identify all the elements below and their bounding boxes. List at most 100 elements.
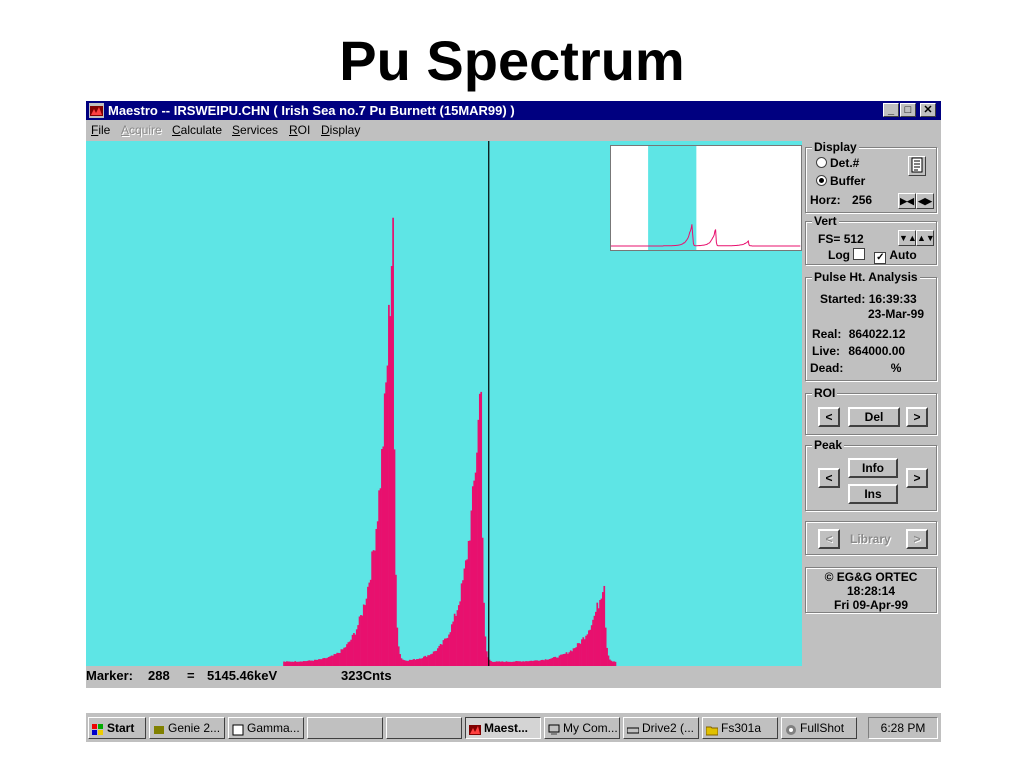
taskbar-item-maestro[interactable]: Maest... bbox=[465, 717, 541, 739]
vert-zoom-in-icon: ▼▲ bbox=[899, 233, 917, 243]
clock-date: Fri 09-Apr-99 bbox=[833, 598, 909, 612]
roi-del-button[interactable]: Del bbox=[848, 407, 900, 427]
menu-bar: File Acquire Calculate Services ROI Disp… bbox=[86, 120, 941, 140]
fullshot-icon bbox=[785, 722, 797, 735]
minimize-button[interactable]: _ bbox=[883, 103, 899, 117]
library-group: < Library > bbox=[805, 521, 937, 555]
taskbar-item-label: My Com... bbox=[563, 721, 618, 735]
peak-group-title: Peak bbox=[812, 438, 845, 452]
zoom-in-icon: ▶◀ bbox=[900, 196, 914, 206]
peak-next-button[interactable]: > bbox=[906, 468, 928, 488]
start-label: Start bbox=[107, 721, 135, 735]
taskbar-item-label: Drive2 (... bbox=[642, 721, 695, 735]
roi-next-button[interactable]: > bbox=[906, 407, 928, 427]
buffer-radio-icon bbox=[816, 175, 827, 186]
real-readout: Real: 864022.12 bbox=[812, 327, 905, 341]
slide-title: Pu Spectrum bbox=[339, 29, 685, 92]
menu-roi[interactable]: ROI bbox=[289, 120, 310, 140]
menu-services[interactable]: Services bbox=[232, 120, 278, 140]
control-panel: Display Det.# Buffer Horz: 256 ▶◀ ◀▶ Ver… bbox=[802, 140, 941, 688]
fs-value: 512 bbox=[843, 232, 864, 246]
overview-spectrum-line bbox=[611, 224, 801, 247]
marker-equals: = bbox=[187, 668, 195, 683]
marker-counts: 323Cnts bbox=[341, 668, 392, 683]
minimize-icon: _ bbox=[887, 104, 895, 116]
taskbar-item-blank-2[interactable] bbox=[386, 717, 462, 739]
maestro-app-icon[interactable] bbox=[89, 103, 104, 118]
taskbar-item-genie[interactable]: Genie 2... bbox=[149, 717, 225, 739]
peak-ins-button[interactable]: Ins bbox=[848, 484, 898, 504]
display-group-title: Display bbox=[812, 140, 859, 154]
folder-icon bbox=[705, 722, 719, 736]
pulse-height-analysis-group: Pulse Ht. Analysis Started: 16:39:33 23-… bbox=[805, 270, 937, 381]
roi-group: ROI < Del > bbox=[805, 386, 937, 435]
real-value: 864022.12 bbox=[848, 327, 906, 341]
peak-prev-button[interactable]: < bbox=[818, 468, 840, 488]
detector-select-button[interactable] bbox=[908, 156, 926, 176]
taskbar-item-blank-1[interactable] bbox=[307, 717, 383, 739]
library-prev-button: < bbox=[818, 529, 840, 549]
log-label: Log bbox=[828, 248, 850, 262]
live-label: Live: bbox=[812, 344, 841, 358]
vert-zoom-in-button[interactable]: ▼▲ bbox=[898, 230, 917, 246]
roi-group-title: ROI bbox=[812, 386, 838, 400]
spectrum-overview-inset[interactable] bbox=[610, 145, 802, 251]
windows-logo-icon bbox=[92, 722, 104, 735]
marker-energy: 5145.46keV bbox=[207, 668, 278, 683]
spectrum-plot[interactable] bbox=[86, 141, 802, 666]
taskbar-item-label: Fs301a bbox=[721, 721, 762, 735]
auto-checkbox[interactable]: ✓ bbox=[874, 252, 887, 264]
ortec-brand: © EG&G ORTEC bbox=[824, 570, 918, 584]
computer-icon bbox=[548, 722, 560, 735]
live-value: 864000.00 bbox=[848, 344, 906, 358]
fs-readout: FS= 512 bbox=[818, 232, 864, 246]
taskbar-item-label: Maest... bbox=[484, 721, 529, 735]
close-button[interactable]: ✕ bbox=[920, 103, 936, 117]
zoom-out-icon: ◀▶ bbox=[918, 196, 932, 206]
log-auto-row: Log ✓ Auto bbox=[828, 248, 917, 264]
overview-chart[interactable] bbox=[611, 146, 801, 250]
horz-readout: Horz: 256 bbox=[810, 193, 872, 207]
real-label: Real: bbox=[812, 327, 842, 341]
menu-file[interactable]: File bbox=[91, 120, 110, 140]
maximize-icon: □ bbox=[904, 104, 912, 116]
vert-group: Vert FS= 512 ▼▲ ▲▼ Log ✓ Auto bbox=[805, 214, 937, 265]
det-radio-label: Det.# bbox=[830, 156, 860, 170]
horz-zoom-in-button[interactable]: ▶◀ bbox=[898, 193, 916, 209]
detector-icon bbox=[911, 157, 923, 173]
window-titlebar[interactable]: Maestro -- IRSWEIPU.CHN ( Irish Sea no.7… bbox=[86, 101, 941, 120]
roi-prev-button[interactable]: < bbox=[818, 407, 840, 427]
horz-zoom-out-button[interactable]: ◀▶ bbox=[916, 193, 934, 209]
vert-zoom-out-icon: ▲▼ bbox=[917, 233, 935, 243]
taskbar-item-fullshot[interactable]: FullShot bbox=[781, 717, 857, 739]
taskbar-item-drive2[interactable]: Drive2 (... bbox=[623, 717, 699, 739]
taskbar: Start Genie 2... Gamma... Maest... My Co… bbox=[86, 712, 941, 742]
ortec-clock-group: © EG&G ORTEC 18:28:14 Fri 09-Apr-99 bbox=[805, 567, 937, 613]
marker-label: Marker: bbox=[86, 668, 133, 683]
maximize-button[interactable]: □ bbox=[900, 103, 916, 117]
log-checkbox[interactable] bbox=[853, 248, 865, 260]
taskbar-item-my-computer[interactable]: My Com... bbox=[544, 717, 620, 739]
peak-info-button[interactable]: Info bbox=[848, 458, 898, 478]
auto-label: Auto bbox=[889, 248, 917, 262]
dead-label: Dead: bbox=[810, 361, 844, 375]
vert-zoom-out-button[interactable]: ▲▼ bbox=[916, 230, 935, 246]
maestro-icon bbox=[469, 722, 481, 735]
start-button[interactable]: Start bbox=[88, 717, 146, 739]
taskbar-item-fs301a[interactable]: Fs301a bbox=[702, 717, 778, 739]
menu-acquire: Acquire bbox=[121, 123, 162, 137]
buffer-radio[interactable]: Buffer bbox=[816, 174, 865, 188]
gamma-icon bbox=[232, 722, 244, 736]
menu-calculate[interactable]: Calculate bbox=[172, 120, 222, 140]
horz-label: Horz: bbox=[810, 193, 841, 207]
det-radio[interactable]: Det.# bbox=[816, 156, 859, 170]
buffer-radio-label: Buffer bbox=[830, 174, 866, 188]
display-group: Display Det.# Buffer Horz: 256 ▶◀ ◀▶ bbox=[805, 140, 937, 213]
taskbar-item-gamma[interactable]: Gamma... bbox=[228, 717, 304, 739]
horz-value: 256 bbox=[852, 193, 873, 207]
marker-channel: 288 bbox=[148, 668, 170, 683]
fs-label: FS= bbox=[818, 232, 841, 246]
close-icon: ✕ bbox=[923, 104, 933, 116]
marker-readout: Marker: 288 = 5145.46keV 323Cnts bbox=[86, 666, 802, 688]
menu-display[interactable]: Display bbox=[321, 120, 360, 140]
